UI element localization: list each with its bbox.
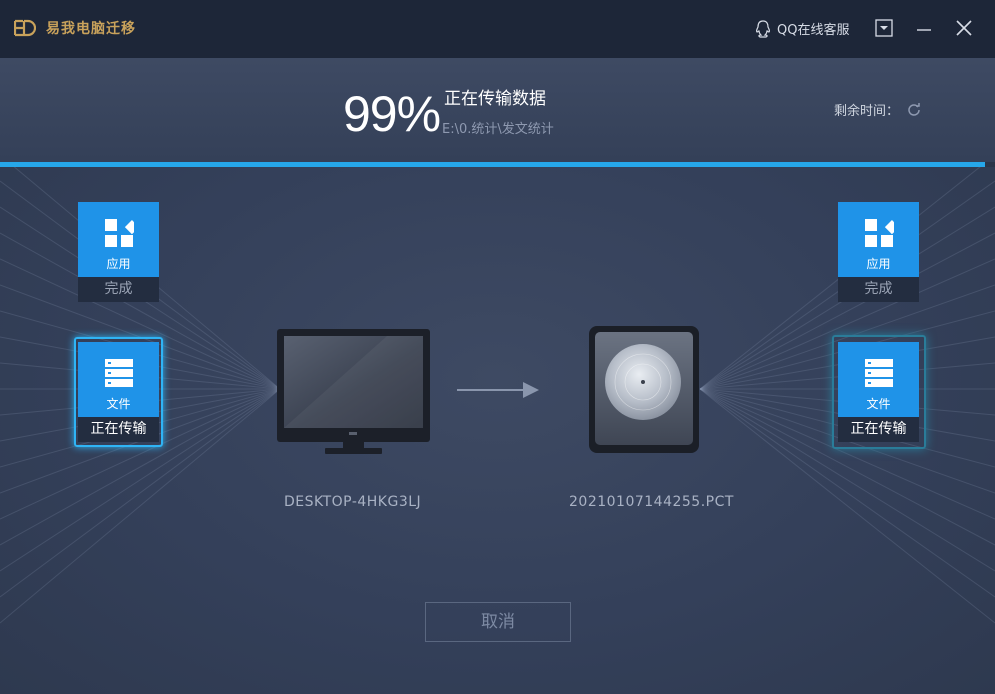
close-icon[interactable] <box>954 18 974 38</box>
progress-header: 99% 正在传输数据 E:\0.统计\发文统计 剩余时间： <box>0 58 995 162</box>
logo-icon <box>14 19 36 37</box>
refresh-icon <box>908 102 920 116</box>
qq-icon <box>755 19 771 38</box>
app-title: 易我电脑迁移 <box>46 21 136 37</box>
qq-support-label: QQ在线客服 <box>777 23 850 38</box>
tile-label: 应用 <box>106 257 131 271</box>
minimize-icon[interactable] <box>914 18 934 38</box>
progress-percent: 99% <box>343 86 441 142</box>
remaining-time: 剩余时间： <box>834 100 921 119</box>
status-title: 正在传输数据 <box>444 89 546 109</box>
files-icon <box>864 359 893 387</box>
transfer-area: 应用 完成 文件 正在传输 应用 完成 文件 正在传输 DESKTOP-4HKG… <box>0 167 995 694</box>
source-computer-icon <box>277 329 430 454</box>
tile-status: 完成 <box>78 277 159 302</box>
apps-icon <box>864 219 894 247</box>
current-file-path: E:\0.统计\发文统计 <box>442 122 554 137</box>
target-device-name: 20210107144255.PCT <box>569 494 734 510</box>
source-device-name: DESKTOP-4HKG3LJ <box>284 494 422 510</box>
tile-label: 文件 <box>106 397 131 411</box>
tile-label: 应用 <box>866 257 891 271</box>
title-bar: 易我电脑迁移 QQ在线客服 <box>0 0 995 58</box>
apps-icon <box>104 219 134 247</box>
transfer-arrow-icon <box>457 382 539 398</box>
remaining-time-label: 剩余时间： <box>834 104 900 119</box>
qq-support-link[interactable]: QQ在线客服 <box>755 19 849 38</box>
tile-label: 文件 <box>866 397 891 411</box>
source-tile-apps[interactable]: 应用 完成 <box>78 202 159 302</box>
tile-status: 正在传输 <box>838 417 919 442</box>
files-icon <box>104 359 133 387</box>
target-image-file-icon <box>589 326 699 453</box>
tile-status: 正在传输 <box>78 417 159 442</box>
source-tile-files[interactable]: 文件 正在传输 <box>78 342 159 442</box>
cancel-button[interactable]: 取消 <box>425 602 571 642</box>
target-tile-files[interactable]: 文件 正在传输 <box>838 342 919 442</box>
dropdown-icon[interactable] <box>874 18 894 38</box>
tile-status: 完成 <box>838 277 919 302</box>
target-tile-apps[interactable]: 应用 完成 <box>838 202 919 302</box>
